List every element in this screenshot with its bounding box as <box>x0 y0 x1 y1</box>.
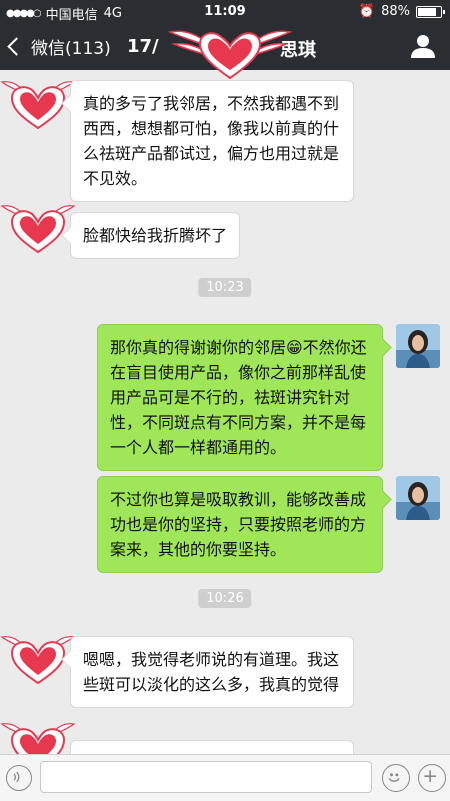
voice-icon <box>13 771 20 783</box>
emoji-button[interactable] <box>382 764 410 792</box>
message-bubble-outgoing[interactable]: 那你真的得谢谢你的邻居😁不然你还在盲目使用产品，像你之前那样乱使用产品可是不行的… <box>97 324 383 471</box>
back-button[interactable]: 微信(113) <box>7 34 111 59</box>
message-input[interactable] <box>40 761 372 793</box>
nav-bar: 微信(113) 17/ 思琪 <box>0 24 450 80</box>
message-bubble-incoming[interactable]: 真的多亏了我邻居，不然我都遇不到西西，想想都可怕，像我以前真的什么祛斑产品都试过… <box>70 80 354 202</box>
battery-percent: 88% <box>381 4 410 19</box>
voice-button[interactable] <box>6 765 32 791</box>
message-bubble-incoming[interactable]: 嗯嗯，我觉得老师说的有道理。我这些斑可以淡化的这么多，我真的觉得 <box>70 636 354 708</box>
more-button[interactable] <box>418 764 446 792</box>
message-bubble-outgoing[interactable]: 不过你也算是吸取教训，能够改善成功也是你的坚持，只要按照老师的方案来，其他的你要… <box>97 476 383 573</box>
chevron-left-icon <box>7 37 26 56</box>
timestamp: 10:26 <box>198 589 252 608</box>
contact-avatar-heart-icon[interactable] <box>0 712 76 754</box>
plus-icon <box>424 770 436 782</box>
chat-area[interactable]: 真的多亏了我邻居，不然我都遇不到西西，想想都可怕，像我以前真的什么祛斑产品都试过… <box>0 70 450 754</box>
chat-title-left: 17/ <box>127 36 159 57</box>
smiley-icon <box>388 773 400 782</box>
alarm-icon: ⏰ <box>358 4 376 19</box>
timestamp: 10:23 <box>198 278 252 297</box>
my-avatar[interactable] <box>396 476 440 520</box>
contact-avatar-heart-icon[interactable] <box>0 194 76 258</box>
battery-icon <box>416 5 445 18</box>
message-bubble-incoming[interactable]: 脸都快给我折腾坏了 <box>70 212 241 259</box>
my-avatar[interactable] <box>396 324 440 368</box>
back-label: 微信(113) <box>31 39 111 59</box>
profile-icon[interactable] <box>410 33 436 59</box>
message-bubble-incoming-partial[interactable] <box>70 740 354 754</box>
input-bar <box>0 754 450 801</box>
